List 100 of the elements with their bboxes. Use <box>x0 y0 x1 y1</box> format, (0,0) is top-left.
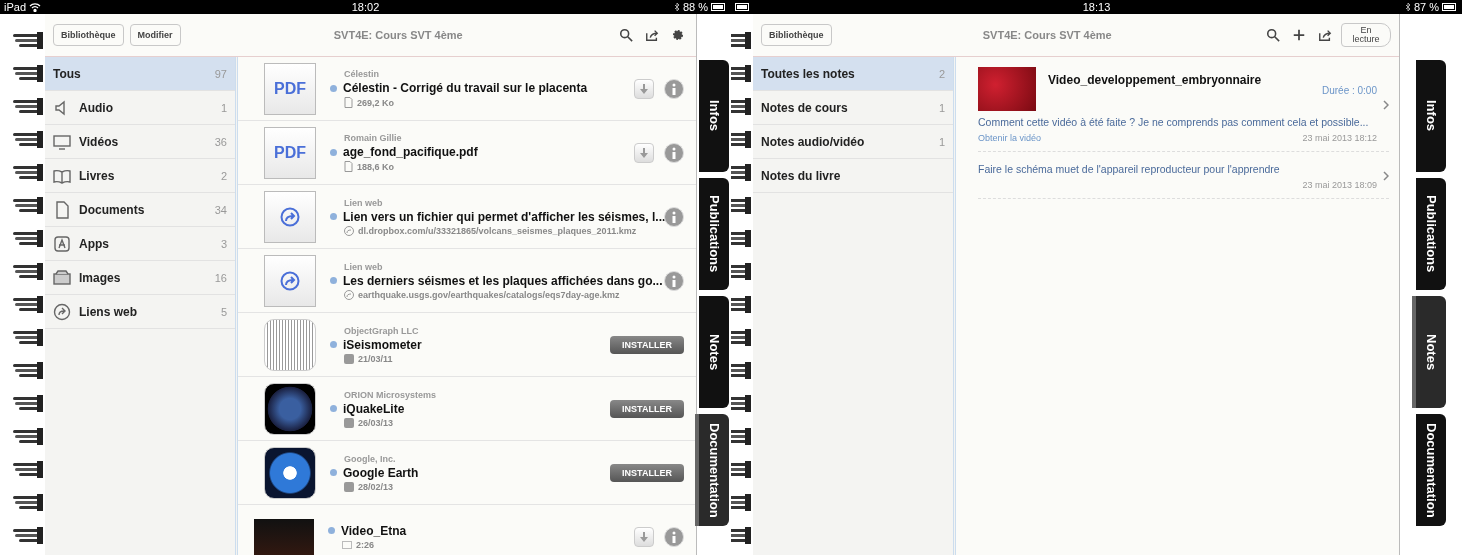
sidebar-item[interactable]: Toutes les notes 2 <box>753 57 953 91</box>
image-icon <box>53 268 71 287</box>
pdf-thumbnail: PDF <box>264 126 316 179</box>
battery-icon <box>735 3 751 11</box>
item-title: Google Earth <box>343 465 419 480</box>
item-source: ORION Microsystems <box>344 389 438 400</box>
share-icon <box>1318 28 1332 42</box>
wifi-icon <box>29 2 42 12</box>
battery-percent: 87 % <box>1413 1 1439 13</box>
note-duration: Durée : 0:00 <box>1321 85 1377 96</box>
note-text: Comment cette vidéo à été faite ? Je ne comprends pas comment cela et possible... <box>978 115 1370 129</box>
pdf-thumbnail: PDF <box>264 62 316 115</box>
item-meta: earthquake.usgs.gov/earthquakes/catalogs/eqs7day-age.kmz <box>358 289 620 300</box>
side-tab[interactable]: Notes <box>699 296 729 408</box>
info-button[interactable] <box>664 206 684 227</box>
info-button[interactable] <box>664 78 684 99</box>
toolbar-button[interactable]: Bibliothèque <box>53 24 124 46</box>
share-icon <box>645 28 659 42</box>
side-tab[interactable]: Infos <box>699 60 729 172</box>
sidebar-item[interactable]: Notes de cours 1 <box>753 91 953 125</box>
sidebar-item[interactable]: Apps 3 <box>45 227 235 261</box>
sidebar-item[interactable]: Notes du livre <box>753 159 953 193</box>
item-meta: 269,2 Ko <box>357 97 395 108</box>
item-source: Romain Gillie <box>344 133 403 143</box>
video-thumbnail <box>254 518 314 555</box>
item-meta: dl.dropbox.com/u/33321865/volcans_seismes_plaques_2011.kmz <box>358 225 637 236</box>
install-button[interactable]: INSTALLER <box>610 399 684 418</box>
item-meta: 2:26 <box>356 539 374 550</box>
item-title: Lien vers un fichier qui permet d'afficher les séismes, l... <box>343 209 666 224</box>
status-time: 18:13 <box>1082 1 1111 13</box>
app-store-icon <box>53 234 71 253</box>
sidebar-item[interactable]: Notes audio/vidéo 1 <box>753 125 953 159</box>
item-title: iQuakeLite <box>343 401 405 416</box>
side-tab[interactable]: Publications <box>699 178 729 290</box>
film-icon <box>342 540 352 549</box>
download-button[interactable] <box>634 526 654 547</box>
item-source: Lien web <box>344 261 384 272</box>
item-title: iSeismometer <box>343 337 422 352</box>
app-icon <box>264 382 316 435</box>
item-source: Google, Inc. <box>344 453 397 464</box>
battery-percent: 88 % <box>682 1 708 13</box>
install-button[interactable]: INSTALLER <box>610 463 684 482</box>
gear-icon <box>671 28 685 42</box>
toolbar-button[interactable]: Bibliothèque <box>761 24 832 46</box>
info-button[interactable] <box>664 270 684 291</box>
item-meta: 21/03/11 <box>358 353 393 364</box>
app-store-icon <box>344 481 354 492</box>
toolbar-button[interactable]: Modifier <box>129 24 181 46</box>
note-text: Faire le schéma muet de l'appareil reproducteur pour l'apprendre <box>978 162 1281 176</box>
battery-icon <box>1442 3 1458 11</box>
window-title: SVT4E: Cours SVT 4ème <box>981 29 1113 41</box>
plus-icon <box>1292 28 1306 42</box>
file-icon <box>344 97 353 108</box>
download-button[interactable] <box>634 78 654 99</box>
sidebar-item[interactable]: Liens web 5 <box>45 295 235 329</box>
search-icon <box>1266 28 1280 42</box>
app-icon <box>264 446 316 499</box>
sidebar-item[interactable]: Audio 1 <box>45 91 235 125</box>
item-title: age_fond_pacifique.pdf <box>343 145 478 159</box>
side-tab[interactable]: Publications <box>1416 178 1446 290</box>
note-date: 23 mai 2013 18:09 <box>1302 180 1377 190</box>
side-tab[interactable]: Documentation <box>1416 414 1446 526</box>
status-time: 18:02 <box>351 1 380 13</box>
document-icon <box>53 200 71 219</box>
item-meta: 26/03/13 <box>358 417 394 428</box>
window-title: SVT4E: Cours SVT 4ème <box>332 29 464 41</box>
install-button[interactable]: INSTALLER <box>610 335 684 354</box>
app-store-icon <box>344 417 354 428</box>
reading-button[interactable]: En lecture <box>1341 23 1391 47</box>
item-title: Les derniers séismes et les plaques affichées dans go... <box>343 273 663 288</box>
note-date: 23 mai 2013 18:12 <box>1302 133 1377 143</box>
item-source: ObjectGraph LLC <box>344 325 420 336</box>
search-icon <box>619 28 633 42</box>
item-meta: 188,6 Ko <box>357 161 395 172</box>
download-button[interactable] <box>634 142 654 163</box>
sidebar-item[interactable]: Images 16 <box>45 261 235 295</box>
sidebar-item[interactable]: Livres 2 <box>45 159 235 193</box>
sidebar-item[interactable]: Vidéos 36 <box>45 125 235 159</box>
item-source: Lien web <box>344 197 384 208</box>
note-title: Video_developpement_embryonnaire <box>1048 73 1263 87</box>
item-title: Célestin - Corrigé du travail sur le placenta <box>343 81 588 95</box>
sidebar-item[interactable]: Documents 34 <box>45 193 235 227</box>
app-icon <box>264 318 316 371</box>
item-meta: 28/02/13 <box>358 481 394 492</box>
item-title: Video_Etna <box>341 523 407 538</box>
download-icon <box>640 83 648 94</box>
download-icon <box>640 531 648 542</box>
chevron-icon <box>1383 100 1389 110</box>
file-icon <box>344 161 353 172</box>
battery-icon <box>711 3 727 11</box>
chevron-icon <box>1383 171 1389 181</box>
device-name: iPad <box>4 1 27 13</box>
info-button[interactable] <box>664 142 684 163</box>
side-tab[interactable]: Infos <box>1416 60 1446 172</box>
sidebar-item[interactable]: Tous 97 <box>45 57 235 91</box>
bluetooth-icon <box>1404 2 1411 12</box>
photo-placeholder <box>978 67 1036 111</box>
item-source: Célestin <box>344 69 380 79</box>
info-button[interactable] <box>664 526 684 547</box>
download-icon <box>640 147 648 158</box>
